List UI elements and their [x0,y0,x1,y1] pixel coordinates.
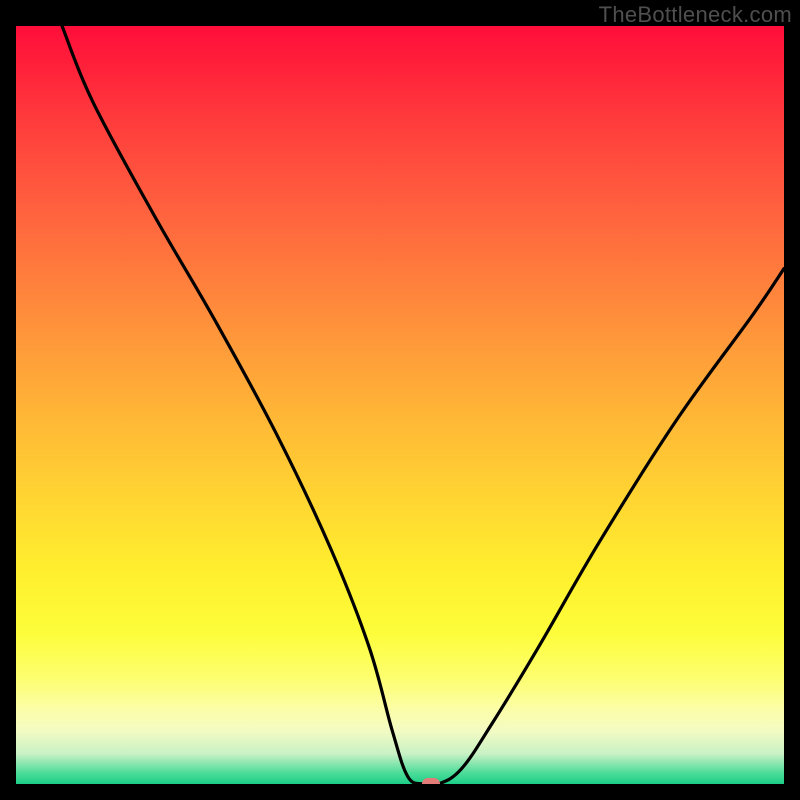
chart-frame: TheBottleneck.com [0,0,800,800]
bottleneck-curve-path [62,26,784,784]
optimum-marker [422,778,440,784]
watermark-text: TheBottleneck.com [599,2,792,28]
plot-area [16,26,784,784]
curve-svg [16,26,784,784]
